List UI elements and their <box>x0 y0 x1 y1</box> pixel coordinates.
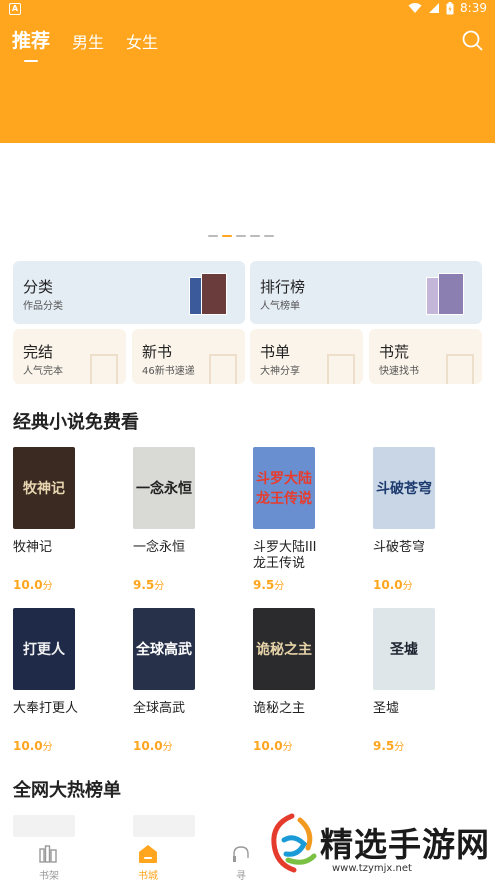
cover-title: 牧神记 <box>23 481 65 497</box>
notification-icon: A <box>9 3 21 15</box>
book-card[interactable]: 牧神记 牧神记 <box>13 447 113 556</box>
status-bar: A 8:39 <box>0 0 495 18</box>
ranking-cover-placeholder[interactable] <box>13 815 75 837</box>
book-score: 10.0分 <box>253 739 293 753</box>
card-subtitle: 人气榜单 <box>260 301 300 312</box>
book-score: 10.0分 <box>13 578 53 592</box>
card-title: 书单 <box>260 343 291 361</box>
category-card-finished[interactable]: 完结 人气完本 <box>13 329 126 384</box>
cover-title: 一念永恒 <box>136 481 192 497</box>
home-icon <box>139 845 157 863</box>
cover-title: 全球高武 <box>136 642 192 658</box>
ranking-cover-placeholder[interactable] <box>133 815 195 837</box>
book-cover[interactable]: 圣墟 <box>373 608 435 690</box>
card-subtitle: 快速找书 <box>379 366 419 377</box>
book-score: 10.0分 <box>373 578 413 592</box>
book-name[interactable]: 圣墟 <box>373 701 445 717</box>
book-score: 9.5分 <box>133 578 165 592</box>
book-name[interactable]: 大奉打更人 <box>13 701 85 717</box>
tab-recommend[interactable]: 推荐 <box>12 26 50 62</box>
book-cover[interactable]: 牧神记 <box>13 447 75 529</box>
category-card-classify[interactable]: 分类 作品分类 <box>13 261 245 324</box>
book-name[interactable]: 全球高武 <box>133 701 205 717</box>
book-cover[interactable]: 斗破苍穹 <box>373 447 435 529</box>
book-cover[interactable]: 诡秘之主 <box>253 608 315 690</box>
banner-dot[interactable] <box>208 235 218 237</box>
card-title: 新书 <box>142 343 173 361</box>
book-card[interactable]: 圣墟 圣墟 <box>373 608 473 717</box>
book-name[interactable]: 牧神记 <box>13 540 85 556</box>
section-title-hot: 全网大热榜单 <box>13 780 121 801</box>
watermark-url: www.tzymjx.net <box>332 863 412 874</box>
watermark-logo-icon <box>271 813 317 873</box>
search-icon[interactable] <box>461 29 483 51</box>
card-subtitle: 大神分享 <box>260 366 300 377</box>
header-bar: A 8:39 推荐 男生 女生 <box>0 0 495 143</box>
book-cover[interactable]: 打更人 <box>13 608 75 690</box>
tab-female[interactable]: 女生 <box>126 29 158 53</box>
category-card-new[interactable]: 新书 46新书速递 <box>132 329 245 384</box>
book-cover[interactable]: 一念永恒 <box>133 447 195 529</box>
watermark-text: 精选手游网 <box>320 825 490 864</box>
battery-icon <box>446 1 454 14</box>
card-subtitle: 人气完本 <box>23 366 63 377</box>
book-name[interactable]: 诡秘之主 <box>253 701 325 717</box>
clock-time: 8:39 <box>460 1 487 15</box>
book-cover[interactable]: 斗罗大陆 龙王传说 <box>253 447 315 529</box>
category-card-ranking[interactable]: 排行榜 人气榜单 <box>250 261 482 324</box>
book-card[interactable]: 斗罗大陆 龙王传说 斗罗大陆III龙王传说 <box>253 447 353 572</box>
signal-icon <box>429 3 440 13</box>
decoration-icon <box>209 354 237 384</box>
books-illustration-icon <box>426 273 466 323</box>
card-title: 书荒 <box>379 343 410 361</box>
card-title: 排行榜 <box>260 278 306 296</box>
card-title: 完结 <box>23 343 54 361</box>
decoration-icon <box>327 354 355 384</box>
top-tabs: 推荐 男生 女生 <box>12 26 158 62</box>
cover-title: 打更人 <box>23 642 65 658</box>
book-score: 10.0分 <box>133 739 173 753</box>
cover-title: 圣墟 <box>390 642 418 658</box>
site-watermark: 精选手游网 www.tzymjx.net <box>228 808 495 880</box>
book-name[interactable]: 斗罗大陆III龙王传说 <box>253 540 325 572</box>
book-score: 9.5分 <box>373 739 405 753</box>
book-card[interactable]: 斗破苍穹 斗破苍穹 <box>373 447 473 556</box>
bookshelf-icon <box>39 845 57 863</box>
banner-dot[interactable] <box>250 235 260 237</box>
book-card[interactable]: 打更人 大奉打更人 <box>13 608 113 717</box>
cover-title: 斗破苍穹 <box>376 481 432 497</box>
book-name[interactable]: 斗破苍穹 <box>373 540 445 556</box>
section-title-free: 经典小说免费看 <box>13 412 139 433</box>
book-cover[interactable]: 全球高武 <box>133 608 195 690</box>
tab-male[interactable]: 男生 <box>72 29 104 53</box>
wifi-icon <box>408 3 422 13</box>
banner-indicator <box>208 235 274 237</box>
card-subtitle: 作品分类 <box>23 301 63 312</box>
decoration-icon <box>446 354 474 384</box>
book-score: 9.5分 <box>253 578 285 592</box>
nav-bookstore[interactable]: 书城 <box>118 843 178 882</box>
cover-title: 诡秘之主 <box>256 642 312 658</box>
decoration-icon <box>90 354 118 384</box>
category-card-booklist[interactable]: 书单 大神分享 <box>250 329 363 384</box>
category-card-findbook[interactable]: 书荒 快速找书 <box>369 329 482 384</box>
nav-bookshelf[interactable]: 书架 <box>19 843 79 882</box>
cover-title: 斗罗大陆 龙王传说 <box>256 471 312 507</box>
card-title: 分类 <box>23 278 54 296</box>
book-card[interactable]: 诡秘之主 诡秘之主 <box>253 608 353 717</box>
banner-dot[interactable] <box>264 235 274 237</box>
book-score: 10.0分 <box>13 739 53 753</box>
book-card[interactable]: 全球高武 全球高武 <box>133 608 233 717</box>
banner-dot[interactable] <box>236 235 246 237</box>
card-subtitle: 46新书速递 <box>142 366 195 377</box>
book-name[interactable]: 一念永恒 <box>133 540 205 556</box>
book-card[interactable]: 一念永恒 一念永恒 <box>133 447 233 556</box>
banner-dot-active[interactable] <box>222 235 232 237</box>
books-illustration-icon <box>189 273 229 323</box>
